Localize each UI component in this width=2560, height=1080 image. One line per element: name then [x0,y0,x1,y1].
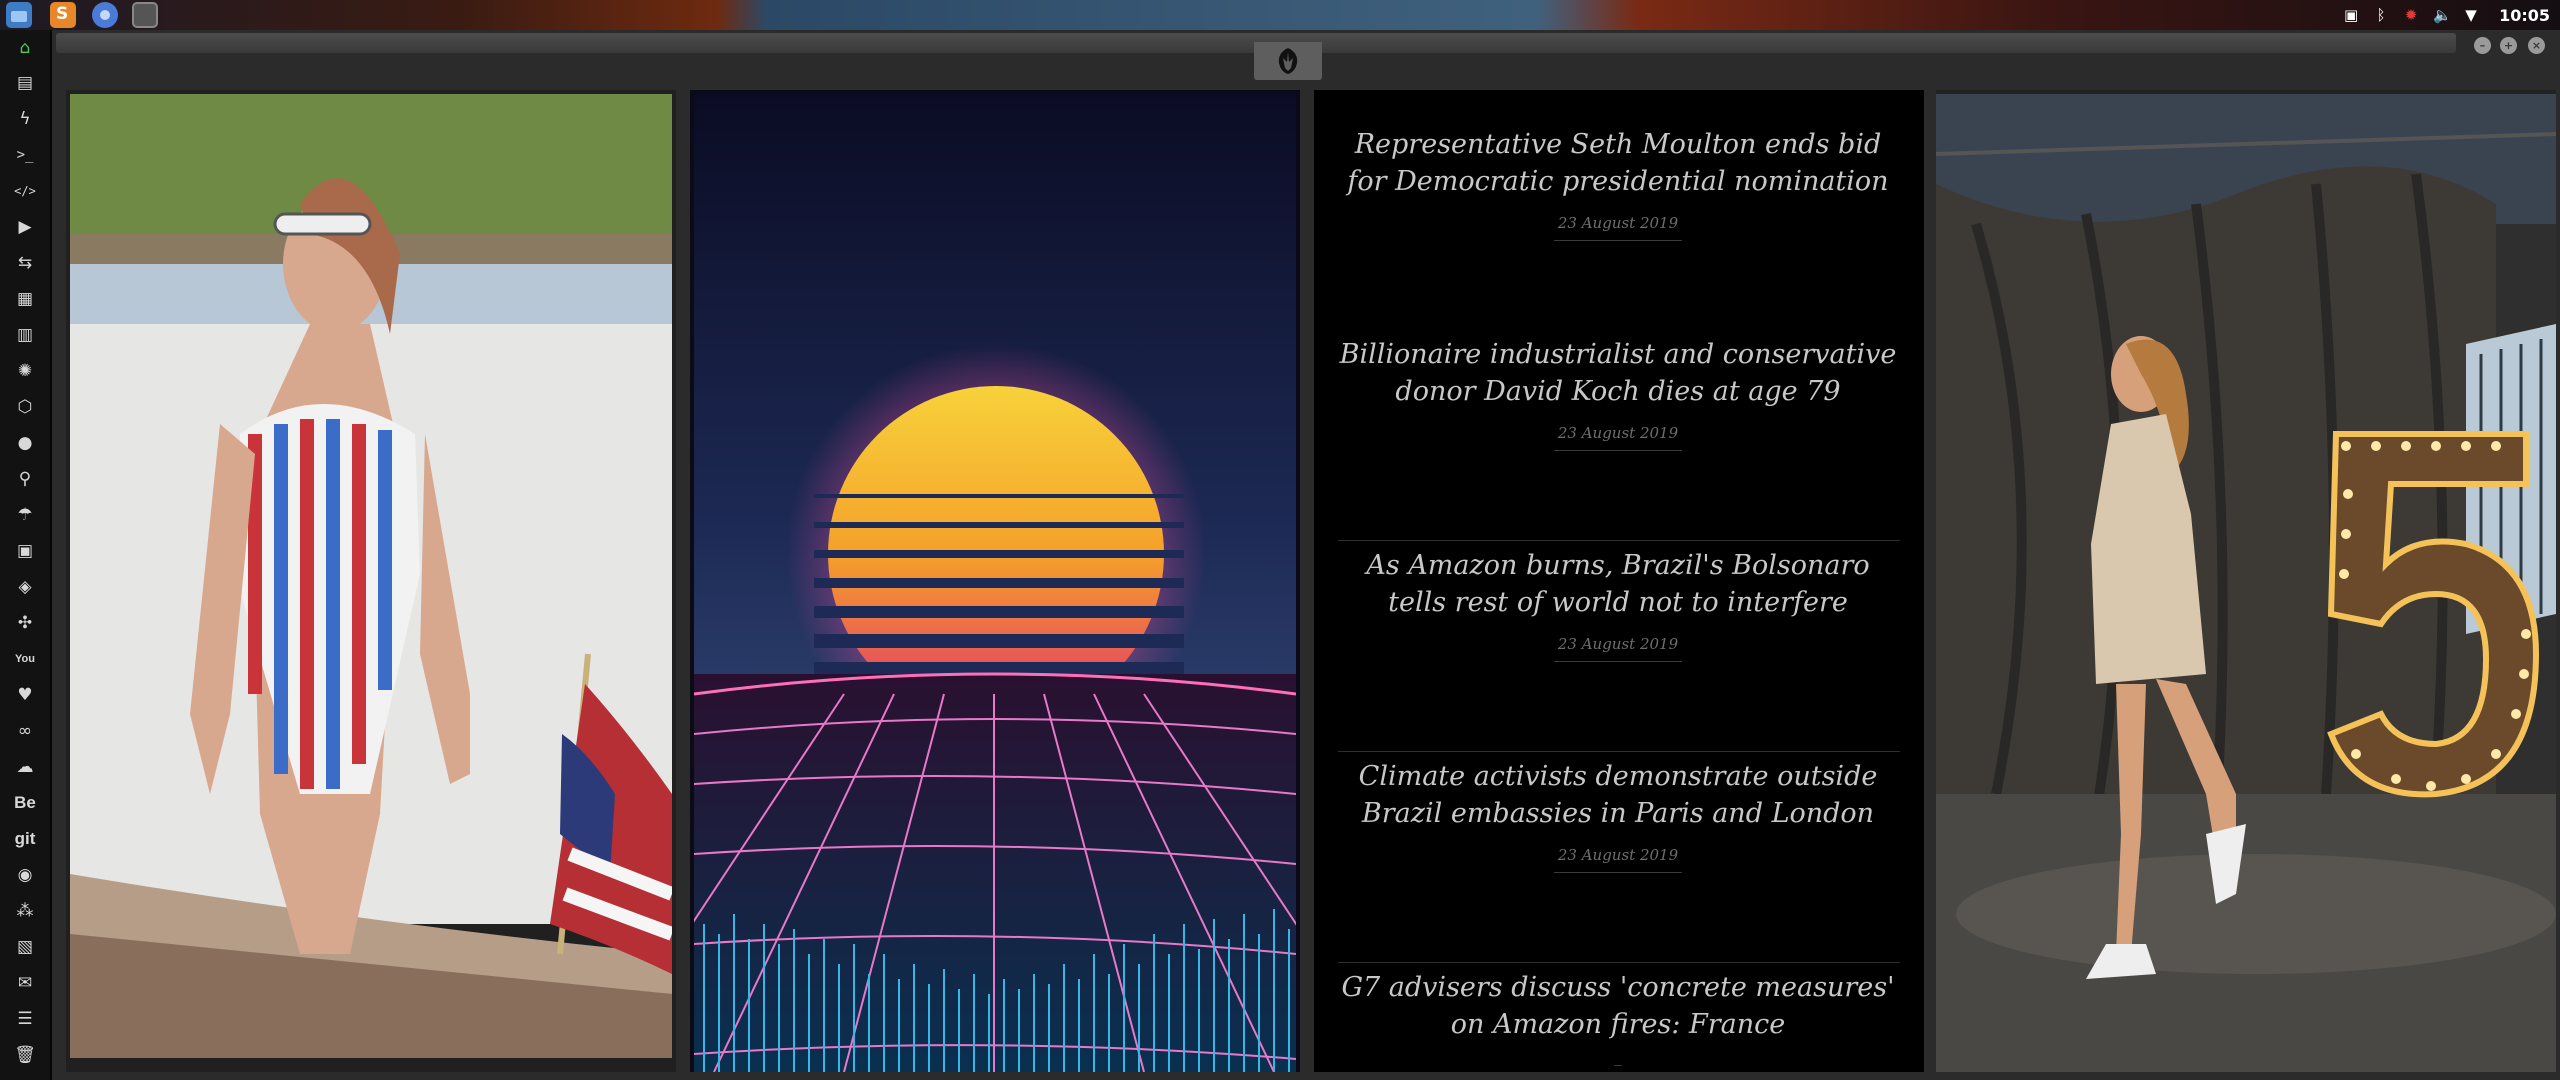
screenshot-icon[interactable]: ▣ [2343,7,2359,23]
connections-icon[interactable]: ⁂ [12,898,38,924]
swimsuit-photo [70,94,672,1058]
clock[interactable]: 10:05 [2499,6,2550,25]
marquee-photo [1936,94,2556,1072]
contact-icon[interactable]: ▣ [12,538,38,564]
news-date: 23 August 2019 [1553,635,1683,662]
news-headline[interactable]: Climate activists demonstrate outside Br… [1338,758,1898,832]
sublime-text-icon[interactable] [50,2,76,28]
hexagon-icon[interactable]: ⬡ [12,394,38,420]
youtube-icon[interactable]: You [12,646,38,672]
aperture-icon[interactable]: ✺ [12,358,38,384]
news-headline[interactable]: Representative Seth Moulton ends bid for… [1338,126,1898,200]
image-panel-synthwave[interactable] [690,90,1300,1072]
news-date: 23 August 2019 [1553,846,1683,873]
news-date: 23 August 2019 [1553,214,1683,241]
system-tray: ▣ ᛒ ✹ 🔈 ▼ 10:05 [2343,0,2550,30]
bolt-icon[interactable]: ϟ [12,106,38,132]
github-icon[interactable]: ◉ [12,862,38,888]
behance-icon[interactable]: Be [12,790,38,816]
news-date [1614,1057,1622,1066]
code-icon[interactable]: </> [12,178,38,204]
system-top-bar: ▣ ᛒ ✹ 🔈 ▼ 10:05 [0,0,2560,30]
document-icon[interactable]: ▤ [12,70,38,96]
tag-icon[interactable]: ◈ [12,574,38,600]
news-headline[interactable]: Billionaire industrialist and conservati… [1338,336,1898,410]
translate-icon[interactable]: ⇆ [12,250,38,276]
news-feed: Representative Seth Moulton ends bid for… [1314,90,1924,1072]
home-icon[interactable]: ⌂ [12,35,38,61]
image-icon[interactable]: ▦ [12,286,38,312]
trash-icon[interactable]: 🗑 [12,1042,38,1068]
git-icon[interactable]: git [12,826,38,852]
rebel-alliance-logo-icon[interactable] [1254,42,1322,80]
news-item[interactable]: As Amazon burns, Brazil's Bolsonaro tell… [1338,547,1898,662]
mail-icon[interactable]: ✉ [12,970,38,996]
chrome-icon[interactable] [92,2,118,28]
terminal-app-icon[interactable] [132,2,158,28]
news-headline[interactable]: As Amazon burns, Brazil's Bolsonaro tell… [1338,547,1898,621]
close-button[interactable]: × [2528,37,2545,54]
app-dock: ⌂ ▤ ϟ >_ </> ▶ ⇆ ▦ ▥ ✺ ⬡ ● ⚲ ☂ ▣ ◈ ✣ You… [0,30,50,1080]
bluetooth-icon[interactable]: ᛒ [2373,7,2389,23]
fullscreen-icon[interactable]: ✣ [12,610,38,636]
news-date: 23 August 2019 [1553,424,1683,451]
search-icon[interactable]: ⚲ [12,466,38,492]
news-icon[interactable]: ▥ [12,322,38,348]
news-divider [1338,540,1900,541]
news-divider [1338,751,1900,752]
image-panel-swimsuit[interactable] [66,90,676,1072]
minimize-button[interactable]: – [2474,37,2491,54]
notification-icon[interactable]: ✹ [2403,7,2419,23]
volume-icon[interactable]: 🔈 [2433,7,2452,23]
news-item[interactable]: Billionaire industrialist and conservati… [1338,336,1898,451]
play-icon[interactable]: ▶ [12,214,38,240]
news-divider [1338,962,1900,963]
wifi-icon[interactable]: ▼ [2463,7,2479,23]
news-headline[interactable]: G7 advisers discuss 'concrete measures' … [1338,969,1898,1043]
terminal-icon[interactable]: >_ [12,142,38,168]
umbrella-icon[interactable]: ☂ [12,502,38,528]
infinity-icon[interactable]: ∞ [12,718,38,744]
news-item[interactable]: Representative Seth Moulton ends bid for… [1338,126,1898,241]
globe-icon[interactable]: ● [12,430,38,456]
maximize-button[interactable]: + [2500,37,2517,54]
files-icon[interactable] [6,2,32,28]
map-icon[interactable]: ▧ [12,934,38,960]
news-item[interactable]: G7 advisers discuss 'concrete measures' … [1338,969,1898,1070]
heart-icon[interactable]: ♥ [12,682,38,708]
news-item[interactable]: Climate activists demonstrate outside Br… [1338,758,1898,873]
image-panel-marquee[interactable] [1936,90,2556,1072]
server-icon[interactable]: ☰ [12,1006,38,1032]
synthwave-artwork [694,94,1296,1072]
cloud-icon[interactable]: ☁ [12,754,38,780]
